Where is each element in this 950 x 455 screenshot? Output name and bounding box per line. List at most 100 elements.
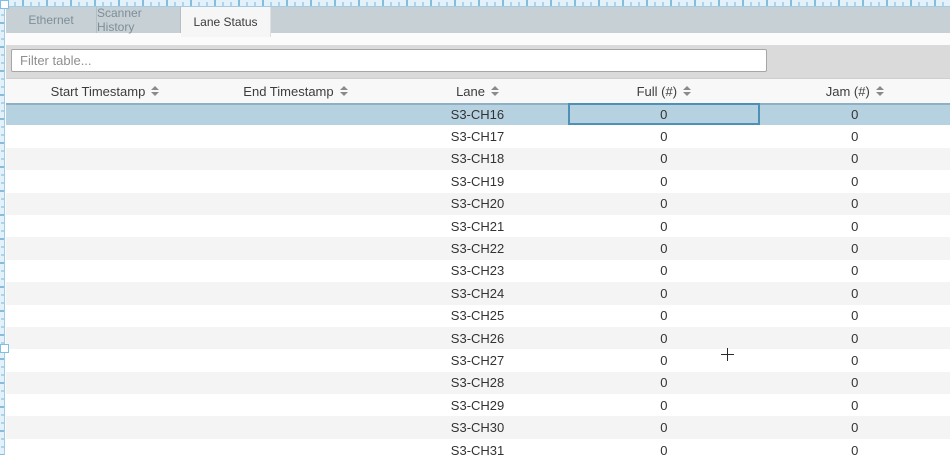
- cell-lane[interactable]: S3-CH20: [387, 193, 568, 215]
- cell-full[interactable]: 0: [568, 170, 759, 192]
- cell-start[interactable]: [6, 215, 204, 237]
- cell-lane[interactable]: S3-CH24: [387, 282, 568, 304]
- cell-full[interactable]: 0: [568, 193, 759, 215]
- cell-jam[interactable]: 0: [760, 305, 950, 327]
- table-row[interactable]: S3-CH2600: [6, 327, 950, 349]
- cell-jam[interactable]: 0: [760, 215, 950, 237]
- cell-end[interactable]: [204, 125, 387, 147]
- cell-full[interactable]: 0: [568, 215, 759, 237]
- cell-lane[interactable]: S3-CH16: [387, 103, 568, 125]
- table-row[interactable]: S3-CH2500: [6, 305, 950, 327]
- cell-start[interactable]: [6, 193, 204, 215]
- cell-start[interactable]: [6, 439, 204, 455]
- cell-jam[interactable]: 0: [760, 372, 950, 394]
- table-row[interactable]: S3-CH2900: [6, 394, 950, 416]
- tab-lane-status[interactable]: Lane Status: [181, 7, 271, 37]
- cell-start[interactable]: [6, 327, 204, 349]
- table-row[interactable]: S3-CH3100: [6, 439, 950, 455]
- cell-end[interactable]: [204, 372, 387, 394]
- cell-jam[interactable]: 0: [760, 282, 950, 304]
- cell-jam[interactable]: 0: [760, 260, 950, 282]
- table-row[interactable]: S3-CH1900: [6, 170, 950, 192]
- tab-scanner-history[interactable]: Scanner History: [97, 7, 181, 33]
- table-row[interactable]: S3-CH2000: [6, 193, 950, 215]
- cell-lane[interactable]: S3-CH21: [387, 215, 568, 237]
- filter-table-input[interactable]: [11, 49, 767, 72]
- table-row[interactable]: S3-CH2700: [6, 349, 950, 371]
- column-header-full[interactable]: Full (#): [568, 79, 759, 103]
- cell-full[interactable]: 0: [568, 439, 759, 455]
- cell-jam[interactable]: 0: [760, 170, 950, 192]
- table-row[interactable]: S3-CH2200: [6, 237, 950, 259]
- cell-start[interactable]: [6, 237, 204, 259]
- cell-full[interactable]: 0: [568, 103, 760, 125]
- cell-end[interactable]: [204, 148, 387, 170]
- cell-jam[interactable]: 0: [760, 394, 950, 416]
- cell-start[interactable]: [6, 125, 204, 147]
- cell-start[interactable]: [6, 372, 204, 394]
- table-row[interactable]: S3-CH1600: [6, 103, 950, 125]
- resize-handle-left-middle[interactable]: [0, 344, 9, 353]
- cell-start[interactable]: [6, 349, 204, 371]
- cell-jam[interactable]: 0: [760, 439, 950, 455]
- cell-lane[interactable]: S3-CH28: [387, 372, 568, 394]
- cell-end[interactable]: [204, 237, 387, 259]
- table-row[interactable]: S3-CH1800: [6, 148, 950, 170]
- cell-lane[interactable]: S3-CH30: [387, 416, 568, 438]
- column-header-start-timestamp[interactable]: Start Timestamp: [6, 79, 204, 103]
- cell-end[interactable]: [204, 305, 387, 327]
- cell-end[interactable]: [204, 282, 387, 304]
- cell-start[interactable]: [6, 416, 204, 438]
- tab-ethernet[interactable]: Ethernet: [6, 7, 97, 33]
- cell-full[interactable]: 0: [568, 394, 759, 416]
- cell-end[interactable]: [204, 103, 387, 125]
- cell-jam[interactable]: 0: [760, 327, 950, 349]
- cell-lane[interactable]: S3-CH19: [387, 170, 568, 192]
- cell-start[interactable]: [6, 103, 204, 125]
- cell-lane[interactable]: S3-CH18: [387, 148, 568, 170]
- cell-jam[interactable]: 0: [760, 193, 950, 215]
- cell-lane[interactable]: S3-CH27: [387, 349, 568, 371]
- cell-lane[interactable]: S3-CH31: [387, 439, 568, 455]
- table-row[interactable]: S3-CH2300: [6, 260, 950, 282]
- cell-lane[interactable]: S3-CH22: [387, 237, 568, 259]
- cell-lane[interactable]: S3-CH29: [387, 394, 568, 416]
- cell-lane[interactable]: S3-CH17: [387, 125, 568, 147]
- column-header-lane[interactable]: Lane: [387, 79, 568, 103]
- resize-handle-top-left[interactable]: [0, 0, 9, 9]
- cell-full[interactable]: 0: [568, 416, 759, 438]
- column-header-end-timestamp[interactable]: End Timestamp: [204, 79, 387, 103]
- cell-full[interactable]: 0: [568, 372, 759, 394]
- cell-jam[interactable]: 0: [760, 416, 950, 438]
- cell-jam[interactable]: 0: [760, 148, 950, 170]
- cell-lane[interactable]: S3-CH23: [387, 260, 568, 282]
- table-row[interactable]: S3-CH3000: [6, 416, 950, 438]
- cell-full[interactable]: 0: [568, 305, 759, 327]
- table-row[interactable]: S3-CH2800: [6, 372, 950, 394]
- cell-start[interactable]: [6, 282, 204, 304]
- cell-start[interactable]: [6, 394, 204, 416]
- cell-full[interactable]: 0: [568, 237, 759, 259]
- cell-full[interactable]: 0: [568, 125, 759, 147]
- cell-start[interactable]: [6, 170, 204, 192]
- cell-jam[interactable]: 0: [760, 349, 950, 371]
- cell-end[interactable]: [204, 439, 387, 455]
- cell-start[interactable]: [6, 305, 204, 327]
- column-header-jam[interactable]: Jam (#): [760, 79, 950, 103]
- cell-jam[interactable]: 0: [760, 103, 950, 125]
- table-row[interactable]: S3-CH2400: [6, 282, 950, 304]
- cell-start[interactable]: [6, 148, 204, 170]
- cell-end[interactable]: [204, 349, 387, 371]
- cell-start[interactable]: [6, 260, 204, 282]
- cell-lane[interactable]: S3-CH26: [387, 327, 568, 349]
- cell-jam[interactable]: 0: [760, 237, 950, 259]
- table-row[interactable]: S3-CH1700: [6, 125, 950, 147]
- cell-end[interactable]: [204, 215, 387, 237]
- cell-lane[interactable]: S3-CH25: [387, 305, 568, 327]
- cell-full[interactable]: 0: [568, 148, 759, 170]
- cell-end[interactable]: [204, 260, 387, 282]
- cell-end[interactable]: [204, 394, 387, 416]
- cell-end[interactable]: [204, 416, 387, 438]
- cell-end[interactable]: [204, 193, 387, 215]
- cell-full[interactable]: 0: [568, 260, 759, 282]
